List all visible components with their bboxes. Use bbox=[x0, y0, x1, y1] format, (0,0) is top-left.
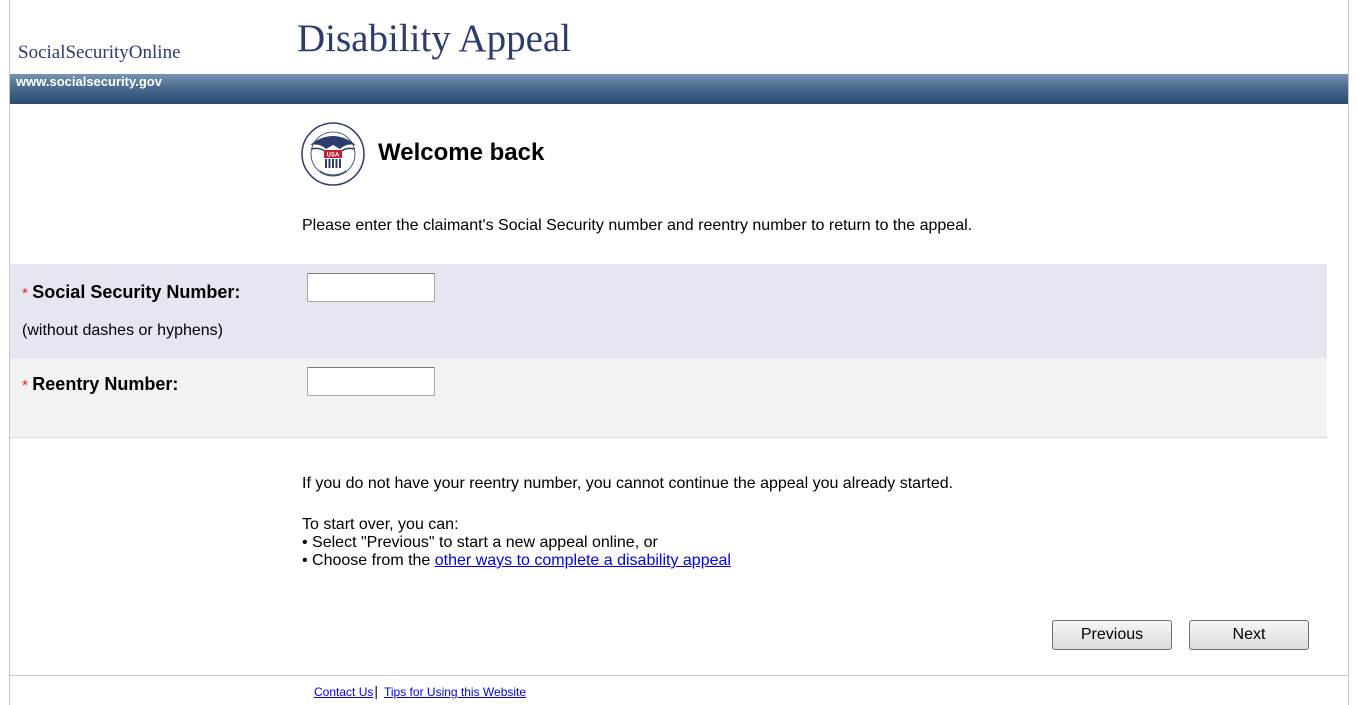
reentry-row: * Reentry Number: bbox=[10, 358, 1327, 438]
contact-us-link[interactable]: Contact Us bbox=[314, 685, 373, 699]
reentry-label: Reentry Number: bbox=[32, 374, 179, 394]
option-other-prefix: • Choose from the bbox=[302, 552, 435, 569]
svg-text:USA: USA bbox=[327, 153, 340, 159]
ssa-seal-icon: USA bbox=[301, 122, 365, 186]
tips-link[interactable]: Tips for Using this Website bbox=[384, 685, 526, 699]
no-reentry-note: If you do not have your reentry number, … bbox=[302, 475, 954, 492]
required-marker: * bbox=[22, 285, 28, 302]
page-title: Disability Appeal bbox=[297, 17, 572, 60]
ssn-label: Social Security Number: bbox=[32, 282, 241, 302]
start-over-note: To start over, you can: • Select "Previo… bbox=[302, 516, 731, 570]
reentry-input[interactable] bbox=[307, 367, 435, 396]
ssn-row: * Social Security Number: (without dashe… bbox=[10, 264, 1327, 358]
ssn-hint: (without dashes or hyphens) bbox=[22, 322, 223, 339]
ssn-input[interactable] bbox=[307, 273, 435, 302]
site-url-bar: www.socialsecurity.gov bbox=[10, 74, 1348, 104]
other-ways-link[interactable]: other ways to complete a disability appe… bbox=[435, 552, 731, 569]
site-header: SocialSecurityOnline Disability Appeal bbox=[10, 0, 1348, 74]
instructions-text: Please enter the claimant's Social Secur… bbox=[302, 217, 973, 234]
site-footer: Contact Us| Tips for Using this Website bbox=[314, 683, 526, 699]
option-other: • Choose from the other ways to complete… bbox=[302, 552, 731, 570]
next-button[interactable]: Next bbox=[1189, 620, 1309, 650]
site-brand: SocialSecurityOnline bbox=[18, 42, 181, 63]
required-marker: * bbox=[22, 377, 28, 394]
page-frame: SocialSecurityOnline Disability Appeal w… bbox=[9, 0, 1349, 705]
footer-divider bbox=[10, 675, 1348, 676]
welcome-heading: Welcome back bbox=[378, 139, 545, 166]
previous-button[interactable]: Previous bbox=[1052, 620, 1172, 650]
site-url: www.socialsecurity.gov bbox=[16, 74, 162, 89]
start-over-intro: To start over, you can: bbox=[302, 516, 459, 533]
footer-separator: | bbox=[374, 683, 378, 699]
option-previous: • Select "Previous" to start a new appea… bbox=[302, 534, 658, 551]
ssn-label-group: * Social Security Number: bbox=[22, 282, 240, 303]
reentry-label-group: * Reentry Number: bbox=[22, 374, 178, 395]
